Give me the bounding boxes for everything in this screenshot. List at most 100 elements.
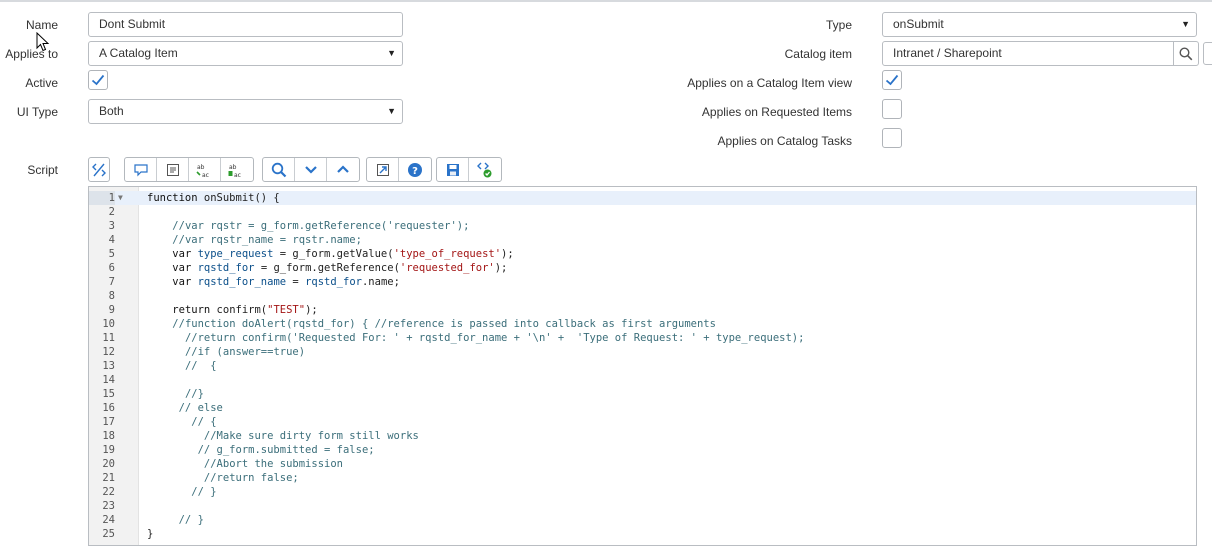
code-line[interactable]: 5 var type_request = g_form.getValue('ty… xyxy=(89,247,1196,261)
code-text: //Make sure dirty form still works xyxy=(203,430,419,442)
svg-text:ac: ac xyxy=(234,172,241,178)
code-line[interactable]: 6 var rqstd_for = g_form.getReference('r… xyxy=(89,261,1196,275)
code-line[interactable]: 15 //} xyxy=(89,387,1196,401)
code-line[interactable]: 19 // g_form.submitted = false; xyxy=(89,443,1196,457)
help-button[interactable]: ? xyxy=(399,158,431,181)
fold-down-button[interactable] xyxy=(295,158,327,181)
format-icon xyxy=(166,163,179,176)
toggle-syntax-button[interactable] xyxy=(88,157,110,182)
fullscreen-button[interactable] xyxy=(367,158,399,181)
line-number: 17 xyxy=(102,416,115,428)
save-icon xyxy=(446,163,459,176)
line-number: 11 xyxy=(102,332,115,344)
fold-arrow-icon[interactable]: ▼ xyxy=(118,191,123,205)
code-line[interactable]: 13 // { xyxy=(89,359,1196,373)
applies-on-tasks-checkbox[interactable] xyxy=(882,128,902,148)
code-text: return confirm("TEST"); xyxy=(172,304,318,316)
checkmark-icon xyxy=(885,74,899,86)
line-number: 9 xyxy=(108,304,115,316)
code-line[interactable]: 4 //var rqstr_name = rqstr.name; xyxy=(89,233,1196,247)
line-number: 13 xyxy=(102,360,115,372)
applies-on-tasks-label: Applies on Catalog Tasks xyxy=(717,134,852,148)
misc-toolbar-group: ? xyxy=(366,157,432,182)
search-icon xyxy=(1179,47,1193,61)
replace-icon: abac xyxy=(195,164,208,178)
applies-on-view-checkbox[interactable] xyxy=(882,70,902,90)
name-label: Name xyxy=(25,18,58,32)
comment-icon xyxy=(133,163,148,176)
code-line[interactable]: 1 ▼ function onSubmit() { xyxy=(89,191,1196,205)
code-line[interactable]: 11 //return confirm('Requested For: ' + … xyxy=(89,331,1196,345)
code-line[interactable]: 21 //return false; xyxy=(89,471,1196,485)
code-line[interactable]: 14 xyxy=(89,373,1196,387)
info-button[interactable] xyxy=(1203,42,1212,65)
checkmark-icon xyxy=(91,74,105,86)
script-debug-button[interactable] xyxy=(469,158,501,181)
code-line[interactable]: 25} xyxy=(89,527,1196,541)
comment-button[interactable] xyxy=(125,158,157,181)
code-text: //var rqstr = g_form.getReference('reque… xyxy=(172,220,470,232)
line-number: 15 xyxy=(102,388,115,400)
svg-text:ab: ab xyxy=(229,164,237,171)
active-checkbox[interactable] xyxy=(88,70,108,90)
code-text: var rqstd_for_name = rqstd_for.name; xyxy=(172,276,400,288)
code-line[interactable]: 24 // } xyxy=(89,513,1196,527)
svg-text:ab: ab xyxy=(197,164,205,171)
applies-to-select[interactable]: A Catalog Item ▼ xyxy=(88,41,403,66)
code-text: //var rqstr_name = rqstr.name; xyxy=(172,234,362,246)
code-line[interactable]: 7 var rqstd_for_name = rqstd_for.name; xyxy=(89,275,1196,289)
code-line[interactable]: 18 //Make sure dirty form still works xyxy=(89,429,1196,443)
svg-text:?: ? xyxy=(412,166,418,177)
catalog-item-input[interactable]: Intranet / Sharepoint xyxy=(882,41,1174,66)
code-line[interactable]: 20 //Abort the submission xyxy=(89,457,1196,471)
code-text: // { xyxy=(191,416,217,428)
replace-all-button[interactable]: ab ac xyxy=(221,158,253,181)
type-select[interactable]: onSubmit ▼ xyxy=(882,12,1197,37)
ui-type-label: UI Type xyxy=(16,105,58,119)
script-editor[interactable]: 1 ▼ function onSubmit() {2 3 //var rqstr = … xyxy=(88,186,1197,546)
line-number: 6 xyxy=(108,262,115,274)
fold-up-button[interactable] xyxy=(327,158,359,181)
line-number: 3 xyxy=(108,220,115,232)
code-text: //return false; xyxy=(203,472,299,484)
type-value: onSubmit xyxy=(893,17,944,31)
code-text: // } xyxy=(178,514,204,526)
script-debug-icon xyxy=(477,162,492,177)
search-toolbar-group xyxy=(262,157,360,182)
lookup-search-button[interactable] xyxy=(1173,41,1199,66)
search-icon xyxy=(271,162,286,177)
search-button[interactable] xyxy=(263,158,295,181)
code-line[interactable]: 2 xyxy=(89,205,1196,219)
code-line[interactable]: 12 //if (answer==true) xyxy=(89,345,1196,359)
code-line[interactable]: 23 xyxy=(89,499,1196,513)
ui-type-select[interactable]: Both ▼ xyxy=(88,99,403,124)
code-line[interactable]: 22 // } xyxy=(89,485,1196,499)
format-button[interactable] xyxy=(157,158,189,181)
line-number: 22 xyxy=(102,486,115,498)
name-input[interactable]: Dont Submit xyxy=(88,12,403,37)
line-number: 7 xyxy=(108,276,115,288)
active-label: Active xyxy=(25,76,58,90)
code-text: // else xyxy=(178,402,223,414)
line-number: 18 xyxy=(102,430,115,442)
chevron-down-icon: ▼ xyxy=(387,48,396,58)
code-line[interactable]: 3 //var rqstr = g_form.getReference('req… xyxy=(89,219,1196,233)
edit-toolbar-group: ab ac ab ac xyxy=(124,157,254,182)
line-number: 8 xyxy=(108,290,115,302)
applies-on-view-label: Applies on a Catalog Item view xyxy=(687,76,852,90)
replace-button[interactable]: ab ac xyxy=(189,158,221,181)
code-line[interactable]: 8 xyxy=(89,289,1196,303)
catalog-item-label: Catalog item xyxy=(784,47,852,61)
save-button[interactable] xyxy=(437,158,469,181)
line-number: 25 xyxy=(102,528,115,540)
line-number: 2 xyxy=(108,206,115,218)
code-text: var type_request = g_form.getValue('type… xyxy=(172,248,514,260)
code-line[interactable]: 9 return confirm("TEST"); xyxy=(89,303,1196,317)
code-line[interactable]: 16 // else xyxy=(89,401,1196,415)
type-label: Type xyxy=(825,18,852,32)
code-text: // g_form.submitted = false; xyxy=(197,444,375,456)
applies-on-requested-checkbox[interactable] xyxy=(882,99,902,119)
line-number: 24 xyxy=(102,514,115,526)
code-line[interactable]: 17 // { xyxy=(89,415,1196,429)
code-line[interactable]: 10 //function doAlert(rqstd_for) { //ref… xyxy=(89,317,1196,331)
